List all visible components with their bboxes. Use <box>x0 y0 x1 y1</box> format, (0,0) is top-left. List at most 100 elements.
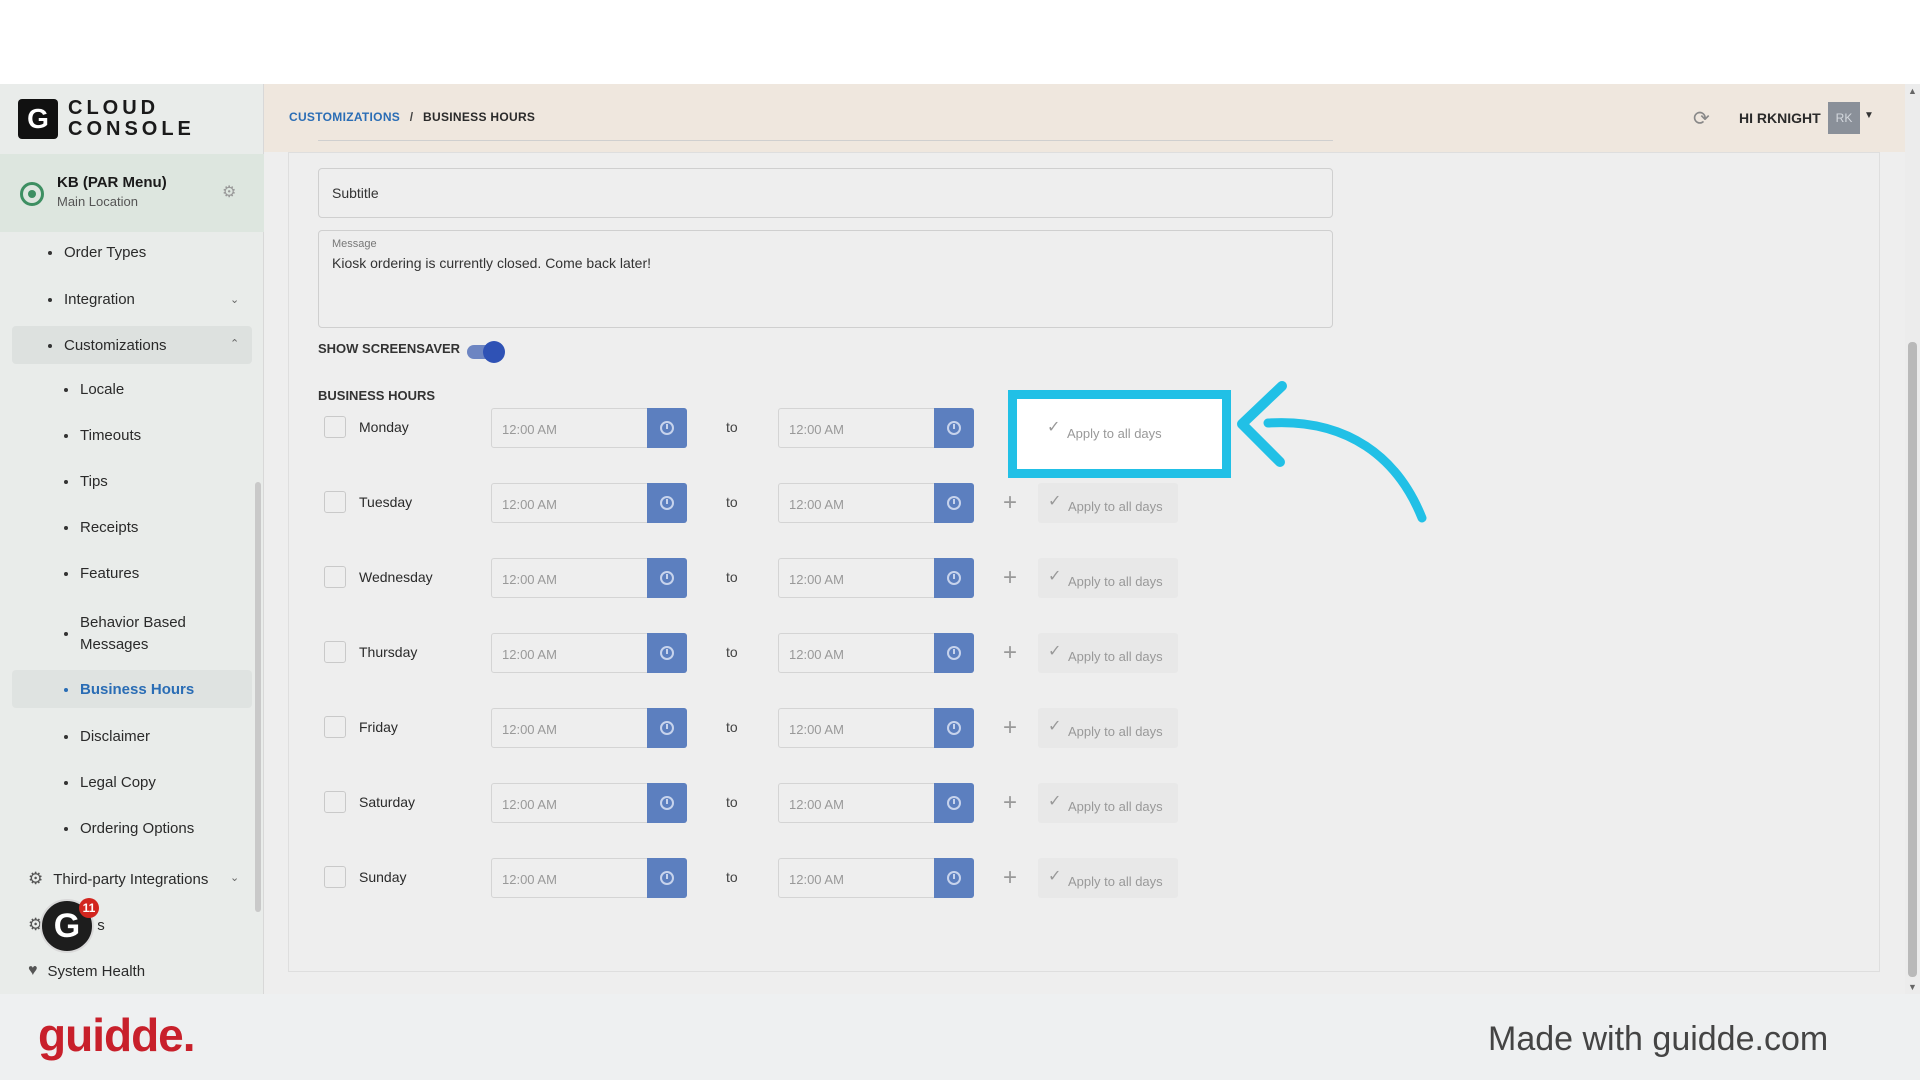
close-time-input[interactable]: 12:00 AM <box>778 858 974 898</box>
close-time-value: 12:00 AM <box>789 572 844 587</box>
day-checkbox[interactable] <box>324 791 346 813</box>
apply-label: Apply to all days <box>1068 499 1163 514</box>
add-time-range-button[interactable]: + <box>992 860 1028 896</box>
clock-icon[interactable] <box>647 408 687 448</box>
add-time-range-button[interactable]: + <box>992 485 1028 521</box>
open-time-input[interactable]: 12:00 AM <box>491 708 687 748</box>
sidebar-item-ordering-options[interactable]: Ordering Options <box>64 820 194 837</box>
breadcrumb-customizations-link[interactable]: CUSTOMIZATIONS <box>289 110 400 124</box>
message-label: Message <box>332 238 377 250</box>
open-time-value: 12:00 AM <box>502 572 557 587</box>
apply-label: Apply to all days <box>1068 574 1163 589</box>
close-time-input[interactable]: 12:00 AM <box>778 783 974 823</box>
bullet-icon <box>64 387 68 392</box>
avatar[interactable]: RK <box>1828 102 1860 134</box>
day-checkbox[interactable] <box>324 716 346 738</box>
bullet-icon <box>64 525 68 530</box>
clock-icon[interactable] <box>934 483 974 523</box>
chevron-down-icon: ⌄ <box>230 294 240 306</box>
close-time-input[interactable]: 12:00 AM <box>778 708 974 748</box>
day-checkbox[interactable] <box>324 641 346 663</box>
sidebar-item-features[interactable]: Features <box>64 565 139 582</box>
bullet-icon <box>48 297 52 302</box>
check-icon: ✓ <box>1048 568 1062 585</box>
open-time-input[interactable]: 12:00 AM <box>491 558 687 598</box>
to-label: to <box>726 794 738 810</box>
subtitle-placeholder: Subtitle <box>332 185 379 201</box>
to-label: to <box>726 644 738 660</box>
close-time-input[interactable]: 12:00 AM <box>778 408 974 448</box>
day-checkbox[interactable] <box>324 566 346 588</box>
breadcrumb-current: BUSINESS HOURS <box>423 110 536 124</box>
subtitle-field[interactable]: Subtitle <box>318 168 1333 218</box>
sidebar-item-system-health[interactable]: ♥ System Health <box>28 962 145 980</box>
day-checkbox[interactable] <box>324 866 346 888</box>
user-greeting[interactable]: HI RKNIGHT <box>1739 110 1821 126</box>
sidebar-item-timeouts[interactable]: Timeouts <box>64 427 141 444</box>
clock-icon[interactable] <box>934 783 974 823</box>
sidebar-item-integration[interactable]: Integration ⌄ <box>48 291 244 308</box>
apply-to-all-days-highlighted[interactable]: ✓ Apply to all days <box>1008 390 1231 478</box>
sidebar-item-receipts[interactable]: Receipts <box>64 519 138 536</box>
open-time-input[interactable]: 12:00 AM <box>491 633 687 673</box>
sidebar-item-order-types[interactable]: Order Types <box>48 244 146 261</box>
sidebar-item-locale[interactable]: Locale <box>64 381 124 398</box>
screensaver-toggle[interactable] <box>467 341 505 363</box>
day-row-tuesday: Tuesday 12:00 AM to 12:00 AM + ✓ Apply to… <box>318 481 1178 525</box>
close-time-input[interactable]: 12:00 AM <box>778 558 974 598</box>
sidebar-item-tips[interactable]: Tips <box>64 473 108 490</box>
clock-icon[interactable] <box>647 633 687 673</box>
clock-icon[interactable] <box>934 558 974 598</box>
clock-icon[interactable] <box>934 858 974 898</box>
location-selector[interactable]: KB (PAR Menu) Main Location ⚙ <box>0 154 264 232</box>
add-time-range-button[interactable]: + <box>992 635 1028 671</box>
sidebar-item-legal-copy[interactable]: Legal Copy <box>64 774 156 791</box>
clock-icon[interactable] <box>647 558 687 598</box>
sidebar-item-customizations[interactable]: Customizations ⌃ <box>48 337 244 354</box>
open-time-input[interactable]: 12:00 AM <box>491 783 687 823</box>
add-time-range-button[interactable]: + <box>992 785 1028 821</box>
apply-to-all-days-button[interactable]: ✓ Apply to all days <box>1038 708 1178 748</box>
scrollbar-thumb[interactable] <box>1908 342 1917 977</box>
add-time-range-button[interactable]: + <box>992 560 1028 596</box>
page-scrollbar[interactable]: ▲ ▼ <box>1905 84 1920 994</box>
apply-to-all-days-button[interactable]: ✓ Apply to all days <box>1038 783 1178 823</box>
close-time-input[interactable]: 12:00 AM <box>778 633 974 673</box>
day-row-wednesday: Wednesday 12:00 AM to 12:00 AM + ✓ Apply … <box>318 556 1178 600</box>
clock-icon[interactable] <box>934 633 974 673</box>
message-textarea[interactable]: Message Kiosk ordering is currently clos… <box>318 230 1333 328</box>
top-header: CUSTOMIZATIONS / BUSINESS HOURS ⟳ HI RKN… <box>264 84 1920 152</box>
add-time-range-button[interactable]: + <box>992 710 1028 746</box>
day-checkbox[interactable] <box>324 416 346 438</box>
sidebar-item-business-hours[interactable]: Business Hours <box>64 681 194 698</box>
sidebar-item-behavior-messages[interactable]: Behavior Based Messages <box>64 612 186 656</box>
caret-down-icon[interactable]: ▼ <box>1864 110 1874 121</box>
sidebar-scrollbar[interactable] <box>255 482 261 912</box>
apply-to-all-days-button[interactable]: ✓ Apply to all days <box>1038 858 1178 898</box>
clock-icon[interactable] <box>934 408 974 448</box>
guide-arrow-icon <box>1237 381 1427 523</box>
scroll-down-icon[interactable]: ▼ <box>1908 982 1917 992</box>
clock-icon[interactable] <box>934 708 974 748</box>
clock-icon[interactable] <box>647 708 687 748</box>
sidebar-item-disclaimer[interactable]: Disclaimer <box>64 728 150 745</box>
apply-label: Apply to all days <box>1068 724 1163 739</box>
open-time-input[interactable]: 12:00 AM <box>491 408 687 448</box>
scroll-up-icon[interactable]: ▲ <box>1908 86 1917 96</box>
apply-to-all-days-button[interactable]: ✓ Apply to all days <box>1038 483 1178 523</box>
day-checkbox[interactable] <box>324 491 346 513</box>
open-time-input[interactable]: 12:00 AM <box>491 858 687 898</box>
close-time-value: 12:00 AM <box>789 422 844 437</box>
open-time-input[interactable]: 12:00 AM <box>491 483 687 523</box>
sidebar-item-third-party[interactable]: ⚙ Third-party Integrations ⌄ <box>28 869 244 889</box>
apply-to-all-days-button[interactable]: ✓ Apply to all days <box>1038 558 1178 598</box>
clock-icon[interactable] <box>647 483 687 523</box>
clock-icon[interactable] <box>647 783 687 823</box>
clock-icon[interactable] <box>647 858 687 898</box>
apply-to-all-days-button[interactable]: ✓ Apply to all days <box>1038 633 1178 673</box>
gear-icon[interactable]: ⚙ <box>222 182 236 202</box>
refresh-icon[interactable]: ⟳ <box>1693 106 1710 131</box>
logo[interactable]: G CLOUD CONSOLE <box>18 98 195 140</box>
close-time-input[interactable]: 12:00 AM <box>778 483 974 523</box>
check-icon: ✓ <box>1048 643 1062 660</box>
